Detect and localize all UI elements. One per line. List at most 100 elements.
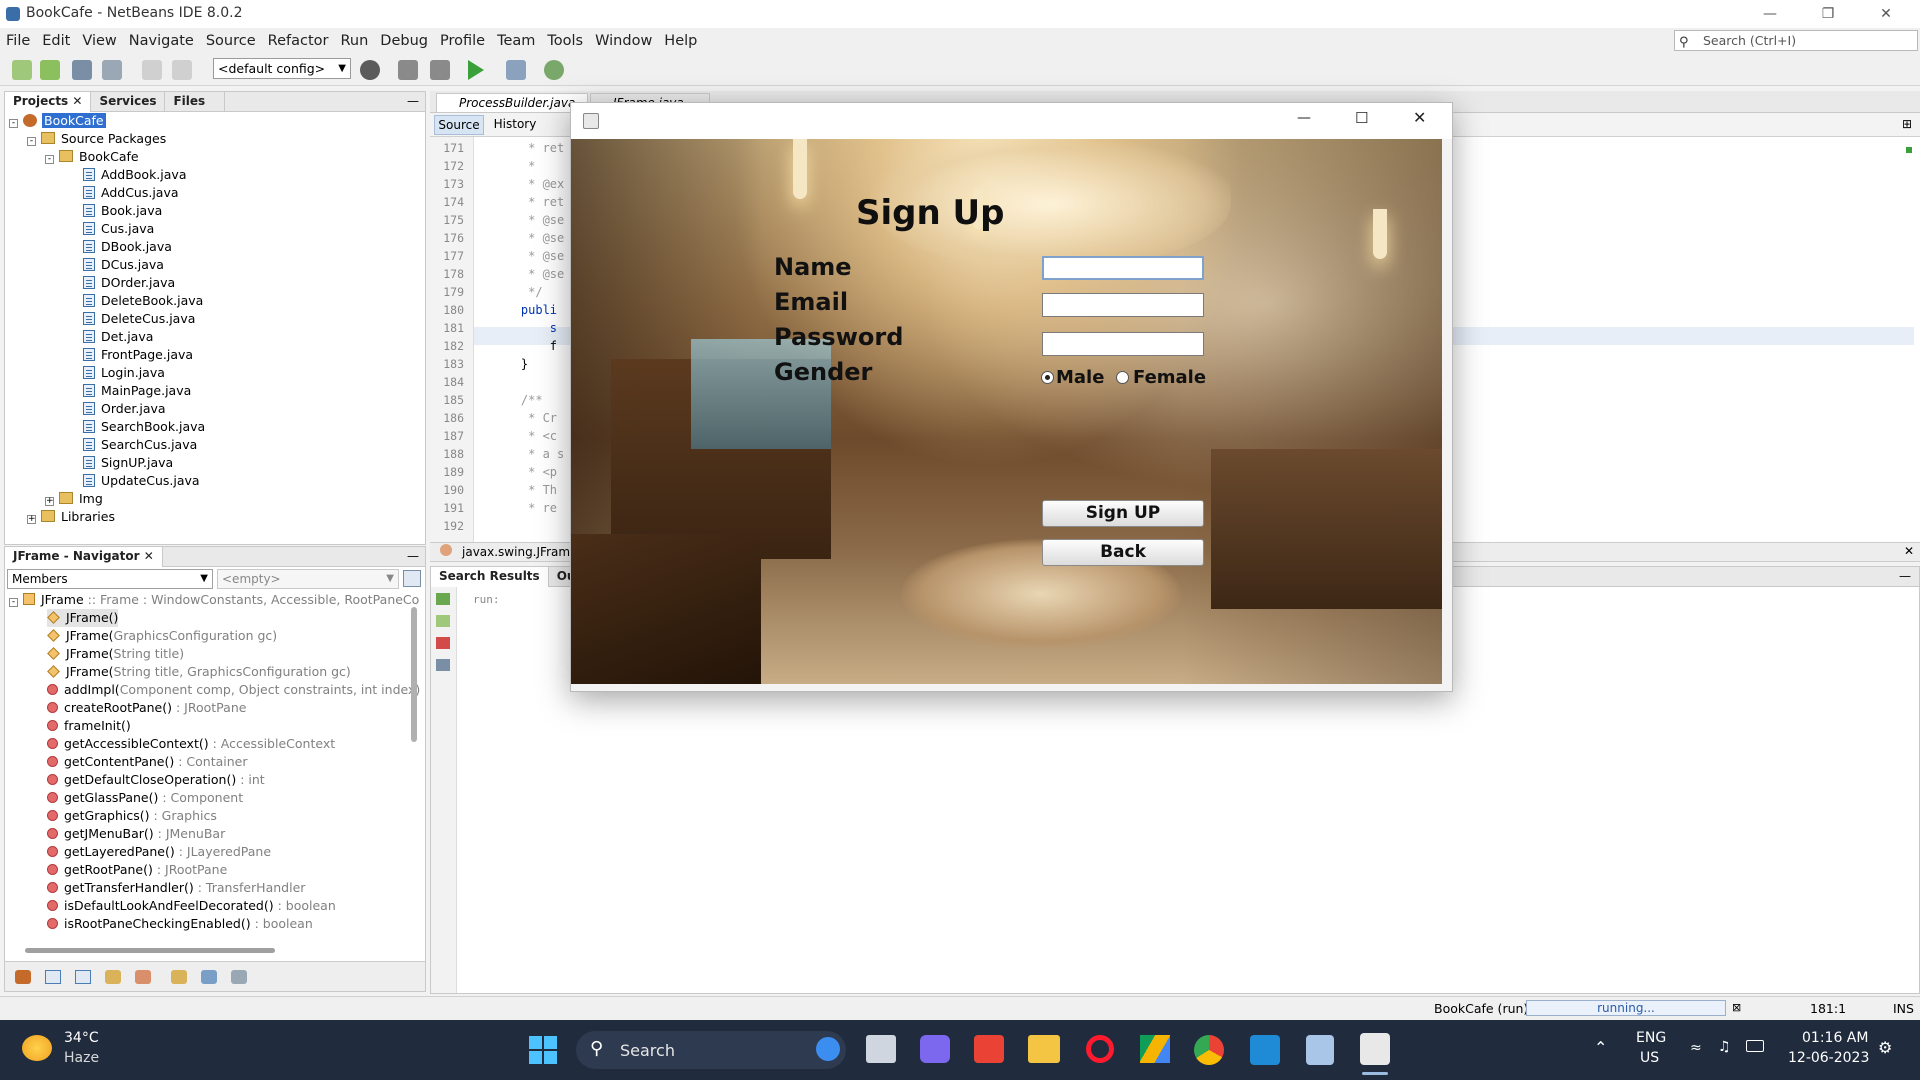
- close-icon[interactable]: ✕: [144, 549, 154, 563]
- battery-icon[interactable]: [1746, 1040, 1764, 1052]
- chrome-icon[interactable]: [1194, 1035, 1224, 1065]
- navigator-member[interactable]: getJMenuBar() : JMenuBar: [47, 825, 225, 843]
- menu-debug[interactable]: Debug: [374, 28, 434, 54]
- navigator-member[interactable]: frameInit(): [47, 717, 131, 735]
- cancel-task-icon[interactable]: ⊠: [1732, 1001, 1741, 1014]
- signup-button[interactable]: Sign UP: [1042, 500, 1204, 527]
- navigator-member[interactable]: JFrame(GraphicsConfiguration gc): [47, 627, 277, 645]
- tree-file[interactable]: FrontPage.java: [83, 346, 193, 364]
- clock-time[interactable]: 01:16 AM: [1802, 1030, 1868, 1046]
- filter-toggle-icon[interactable]: [403, 570, 421, 587]
- tree-source-packages[interactable]: - Source Packages: [27, 130, 166, 148]
- filter-icon[interactable]: [15, 970, 31, 984]
- back-button[interactable]: Back: [1042, 539, 1204, 566]
- navigator-member[interactable]: createRootPane() : JRootPane: [47, 699, 246, 717]
- language-line1[interactable]: ENG: [1636, 1030, 1666, 1046]
- collapse-icon[interactable]: -: [9, 119, 18, 128]
- tree-file[interactable]: DeleteBook.java: [83, 292, 203, 310]
- close-icon[interactable]: ✕: [1904, 544, 1914, 558]
- tree-file[interactable]: Det.java: [83, 328, 153, 346]
- tree-file[interactable]: Order.java: [83, 400, 166, 418]
- collapse-icon[interactable]: -: [45, 155, 54, 164]
- run-progress[interactable]: running...: [1526, 1000, 1726, 1016]
- menu-team[interactable]: Team: [491, 28, 541, 54]
- save-all-icon[interactable]: [102, 60, 122, 80]
- navigator-member[interactable]: getGlassPane() : Component: [47, 789, 243, 807]
- notification-icon[interactable]: ⚙: [1878, 1038, 1892, 1057]
- collapse-icon[interactable]: -: [9, 598, 18, 607]
- clock-date[interactable]: 12-06-2023: [1788, 1050, 1869, 1066]
- clean-build-icon[interactable]: [430, 60, 450, 80]
- menu-help[interactable]: Help: [658, 28, 703, 54]
- wifi-icon[interactable]: ≈: [1690, 1040, 1702, 1056]
- restore-button[interactable]: ❐: [1800, 0, 1856, 28]
- bing-icon[interactable]: [816, 1037, 840, 1061]
- expand-icon[interactable]: +: [27, 515, 36, 524]
- members-select[interactable]: Members ▼: [7, 569, 213, 589]
- tab-processbuilder[interactable]: ProcessBuilder.java ✕: [436, 93, 588, 128]
- menu-source[interactable]: Source: [200, 28, 262, 54]
- gmail-icon[interactable]: [974, 1035, 1004, 1063]
- menu-run[interactable]: Run: [334, 28, 374, 54]
- virtualbox-icon[interactable]: [1306, 1035, 1334, 1065]
- language-line2[interactable]: US: [1640, 1050, 1659, 1066]
- menu-view[interactable]: View: [76, 28, 122, 54]
- tab-projects[interactable]: Projects ✕: [5, 92, 92, 112]
- sort-source-icon[interactable]: [231, 970, 247, 984]
- tree-file[interactable]: AddBook.java: [83, 166, 186, 184]
- tree-file[interactable]: Login.java: [83, 364, 165, 382]
- task-view-icon[interactable]: [866, 1035, 896, 1063]
- inherited-icon[interactable]: [135, 970, 151, 984]
- email-field[interactable]: [1042, 293, 1204, 317]
- new-project-icon[interactable]: [40, 60, 60, 80]
- tree-file[interactable]: DOrder.java: [83, 274, 175, 292]
- tab-source[interactable]: Source: [434, 115, 484, 135]
- windows-start-icon[interactable]: [529, 1036, 557, 1064]
- collapse-icon[interactable]: -: [27, 137, 36, 146]
- tab-files[interactable]: Files: [165, 92, 226, 112]
- dialog-close-button[interactable]: ✕: [1413, 108, 1426, 127]
- navigator-member[interactable]: isDefaultLookAndFeelDecorated() : boolea…: [47, 897, 336, 915]
- weather-condition[interactable]: Haze: [64, 1050, 99, 1066]
- tree-file[interactable]: UpdateCus.java: [83, 472, 200, 490]
- config-select[interactable]: <default config> ▼: [213, 58, 351, 79]
- debug-icon[interactable]: [506, 60, 526, 80]
- menu-tools[interactable]: Tools: [541, 28, 589, 54]
- menu-edit[interactable]: Edit: [36, 28, 76, 54]
- minimize-panel-icon[interactable]: —: [1899, 567, 1911, 586]
- redo-icon[interactable]: [172, 60, 192, 80]
- tree-file[interactable]: MainPage.java: [83, 382, 191, 400]
- empty-select[interactable]: <empty> ▼: [217, 569, 399, 589]
- female-radio[interactable]: Female: [1116, 367, 1206, 388]
- navigator-member[interactable]: getAccessibleContext() : AccessibleConte…: [47, 735, 335, 753]
- tree-file[interactable]: SearchBook.java: [83, 418, 205, 436]
- undo-icon[interactable]: [142, 60, 162, 80]
- static-icon[interactable]: [75, 970, 91, 984]
- ide-search-input[interactable]: ⚲ Search (Ctrl+I): [1674, 30, 1918, 51]
- tab-history[interactable]: History: [488, 115, 542, 135]
- password-field[interactable]: [1042, 332, 1204, 356]
- navigator-member[interactable]: JFrame(String title): [47, 645, 184, 663]
- tree-file[interactable]: DCus.java: [83, 256, 164, 274]
- fields-icon[interactable]: [45, 970, 61, 984]
- navigator-member[interactable]: getTransferHandler() : TransferHandler: [47, 879, 305, 897]
- minimize-button[interactable]: —: [1742, 0, 1798, 28]
- minimize-panel-icon[interactable]: —: [407, 547, 419, 566]
- weather-haze-icon[interactable]: [22, 1035, 52, 1061]
- profile-icon[interactable]: [544, 60, 564, 80]
- rerun-icon[interactable]: [436, 593, 450, 605]
- navigator-member[interactable]: getGraphics() : Graphics: [47, 807, 217, 825]
- menu-profile[interactable]: Profile: [434, 28, 491, 54]
- breadcrumb[interactable]: javax.swing.JFrame: [462, 545, 577, 559]
- tab-navigator[interactable]: JFrame - Navigator ✕: [5, 547, 163, 567]
- vscode-icon[interactable]: [1250, 1035, 1280, 1065]
- google-drive-icon[interactable]: [1140, 1035, 1170, 1063]
- file-explorer-icon[interactable]: [1028, 1035, 1060, 1063]
- build-icon[interactable]: [398, 60, 418, 80]
- browser-icon[interactable]: [360, 60, 380, 80]
- horizontal-scrollbar[interactable]: [25, 948, 275, 953]
- navigator-root[interactable]: - JFrame :: Frame : WindowConstants, Acce…: [9, 591, 419, 609]
- settings-icon[interactable]: [436, 659, 450, 671]
- taskbar-search[interactable]: ⚲ Search: [576, 1031, 846, 1069]
- tree-package[interactable]: - BookCafe: [45, 148, 139, 166]
